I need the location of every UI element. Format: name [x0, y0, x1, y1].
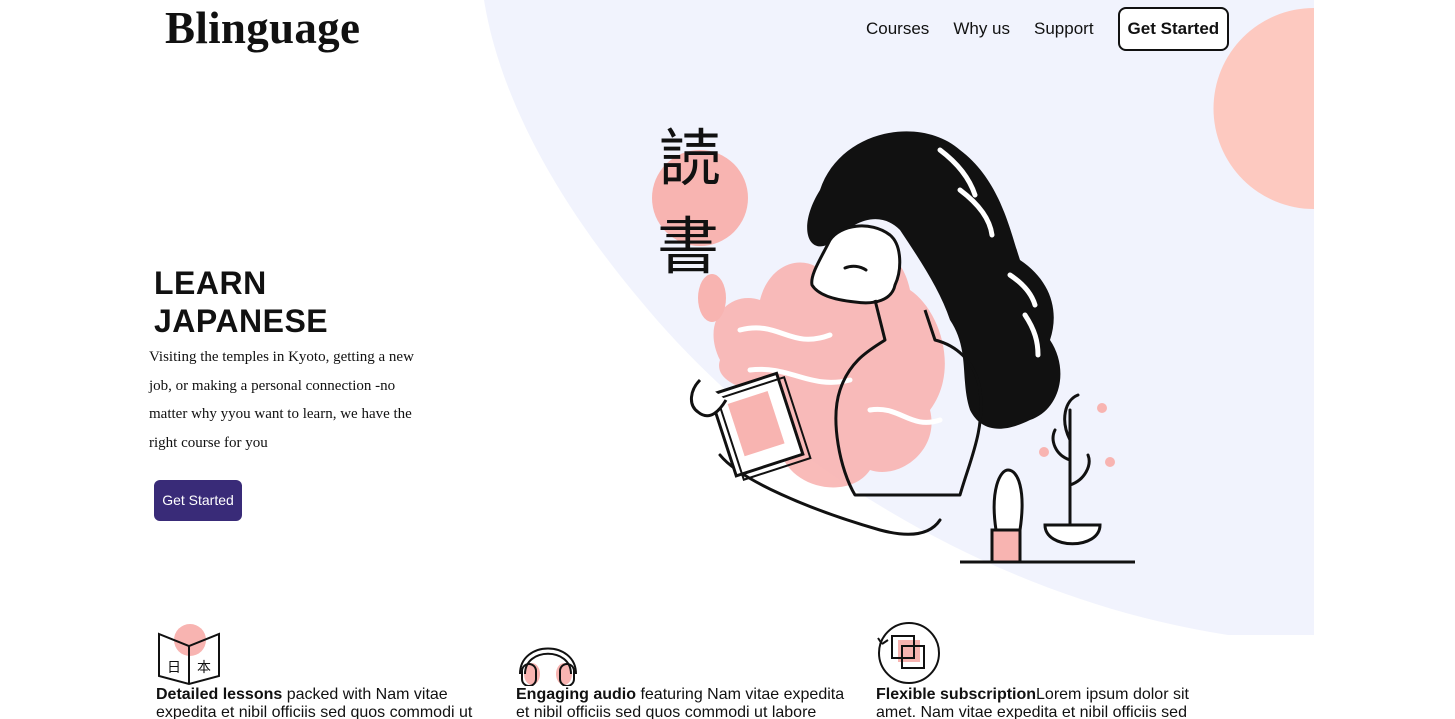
cactus-tall: [1039, 393, 1115, 546]
hero-get-started-button[interactable]: Get Started: [154, 480, 242, 521]
landing-page: Blinguage Courses Why us Support Get Sta…: [0, 0, 1455, 719]
reading-girl-illustration: 読 書: [652, 122, 1135, 564]
main-nav: Courses Why us Support Get Started: [866, 7, 1230, 51]
feature-title: Detailed lessons: [156, 686, 283, 703]
hero-description: Visiting the temples in Kyoto, getting a…: [149, 349, 414, 451]
nav-why-us[interactable]: Why us: [953, 19, 1010, 39]
feature-detailed-lessons-text: Detailed lessons packed with Nam vitae e…: [156, 686, 491, 719]
book-icon: 日 本: [158, 624, 220, 686]
kanji-top: 読: [659, 122, 721, 195]
feature-title: Flexible subscription: [876, 686, 1037, 703]
header-get-started-button[interactable]: Get Started: [1117, 7, 1230, 51]
nav-support[interactable]: Support: [1034, 19, 1094, 39]
brand-logo[interactable]: Blinguage: [165, 2, 360, 54]
hero-title-line2: JAPANESE: [154, 303, 329, 339]
svg-text:本: 本: [197, 660, 211, 676]
feature-engaging-audio-text: Engaging audio featuring Nam vitae exped…: [516, 686, 851, 719]
feature-flexible-subscription: Flexible subscriptionLorem ipsum dolor s…: [876, 620, 1211, 719]
nav-courses[interactable]: Courses: [866, 19, 929, 39]
subscription-icon: [877, 622, 940, 684]
feature-title: Engaging audio: [516, 686, 636, 703]
cactus-small: [990, 468, 1024, 564]
feature-flexible-subscription-text: Flexible subscriptionLorem ipsum dolor s…: [876, 686, 1211, 719]
feature-engaging-audio: Engaging audio featuring Nam vitae exped…: [516, 620, 851, 719]
headphones-icon: [519, 647, 577, 686]
kanji-bottom: 書: [657, 210, 719, 283]
svg-text:日: 日: [167, 660, 181, 676]
pink-drop: [698, 274, 726, 322]
feature-detailed-lessons: 日 本 Detailed lessons packed with Nam vit…: [156, 620, 491, 719]
hero-title: LEARN JAPANESE: [154, 264, 374, 340]
hero-title-line1: LEARN: [154, 265, 267, 301]
